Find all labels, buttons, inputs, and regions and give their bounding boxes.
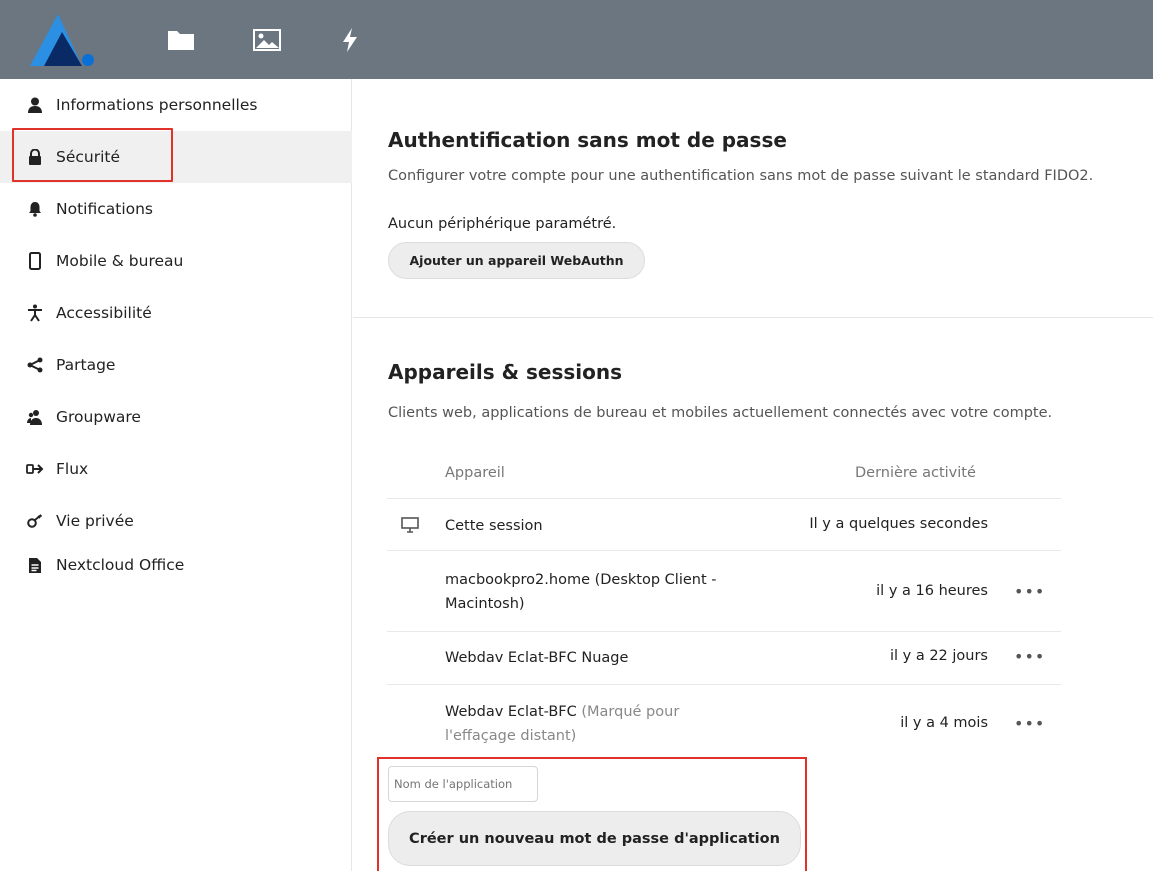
session-more-button[interactable]: ••• bbox=[1014, 647, 1045, 666]
row-divider bbox=[387, 631, 1061, 632]
files-icon[interactable] bbox=[166, 22, 196, 58]
sidebar-item-label: Partage bbox=[56, 356, 116, 374]
session-last-activity: il y a 16 heures bbox=[876, 583, 988, 599]
sidebar-item-sharing[interactable]: Partage bbox=[0, 339, 352, 391]
row-divider bbox=[387, 550, 1061, 551]
highlight-box-app-password bbox=[377, 757, 807, 871]
add-webauthn-button[interactable]: Ajouter un appareil WebAuthn bbox=[388, 242, 645, 279]
session-name-wiped: Webdav Eclat-BFC (Marqué pour l'effaçage… bbox=[445, 700, 745, 748]
column-header-last-activity: Dernière activité bbox=[855, 465, 976, 481]
session-name: Cette session bbox=[445, 518, 543, 534]
row-divider bbox=[387, 684, 1061, 685]
sidebar-item-mobile-desktop[interactable]: Mobile & bureau bbox=[0, 235, 352, 287]
top-header bbox=[0, 0, 1153, 79]
section-description: Clients web, applications de bureau et m… bbox=[388, 405, 1053, 421]
section-divider bbox=[353, 317, 1153, 318]
privacy-icon bbox=[26, 512, 44, 530]
activity-icon[interactable] bbox=[338, 22, 362, 58]
sidebar-item-label: Accessibilité bbox=[56, 304, 152, 322]
sidebar-item-nextcloud-office[interactable]: Nextcloud Office bbox=[0, 539, 352, 591]
sidebar-item-label: Vie privée bbox=[56, 512, 134, 530]
sidebar-item-personal-info[interactable]: Informations personnelles bbox=[0, 79, 352, 131]
section-description: Configurer votre compte pour une authent… bbox=[388, 168, 1094, 184]
flux-icon bbox=[26, 460, 44, 478]
share-icon bbox=[26, 356, 44, 374]
session-more-button[interactable]: ••• bbox=[1014, 714, 1045, 733]
session-last-activity: Il y a quelques secondes bbox=[809, 516, 988, 532]
sidebar-item-label: Groupware bbox=[56, 408, 141, 426]
highlight-box-security bbox=[12, 128, 173, 182]
session-last-activity: il y a 4 mois bbox=[900, 715, 988, 731]
sidebar-item-flux[interactable]: Flux bbox=[0, 443, 352, 495]
sidebar-item-notifications[interactable]: Notifications bbox=[0, 183, 352, 235]
photos-icon[interactable] bbox=[252, 22, 282, 58]
document-icon bbox=[26, 556, 44, 574]
sidebar-item-label: Mobile & bureau bbox=[56, 252, 184, 270]
session-name: macbookpro2.home (Desktop Client - Macin… bbox=[445, 572, 717, 612]
desktop-icon bbox=[401, 517, 419, 537]
sidebar-item-groupware[interactable]: Groupware bbox=[0, 391, 352, 443]
phone-icon bbox=[26, 252, 44, 270]
session-last-activity: il y a 22 jours bbox=[889, 648, 988, 664]
session-name: Webdav Eclat-BFC Nuage bbox=[445, 650, 629, 666]
session-name: Webdav Eclat-BFC bbox=[445, 704, 577, 720]
sidebar-item-accessibility[interactable]: Accessibilité bbox=[0, 287, 352, 339]
section-title-sessions: Appareils & sessions bbox=[388, 360, 623, 384]
sidebar-item-label: Nextcloud Office bbox=[56, 556, 185, 574]
section-title-passwordless: Authentification sans mot de passe bbox=[388, 128, 787, 152]
user-icon bbox=[26, 96, 44, 114]
sidebar-item-label: Flux bbox=[56, 460, 89, 478]
sidebar-item-label: Informations personnelles bbox=[56, 96, 258, 114]
column-header-device: Appareil bbox=[445, 465, 505, 481]
nextcloud-logo[interactable] bbox=[22, 10, 104, 72]
row-divider bbox=[387, 498, 1061, 499]
session-more-button[interactable]: ••• bbox=[1014, 582, 1045, 601]
device-status: Aucun périphérique paramétré. bbox=[388, 216, 617, 232]
groupware-icon bbox=[26, 408, 44, 426]
bell-icon bbox=[26, 200, 44, 218]
accessibility-icon bbox=[26, 304, 44, 322]
sidebar-item-label: Notifications bbox=[56, 200, 154, 218]
